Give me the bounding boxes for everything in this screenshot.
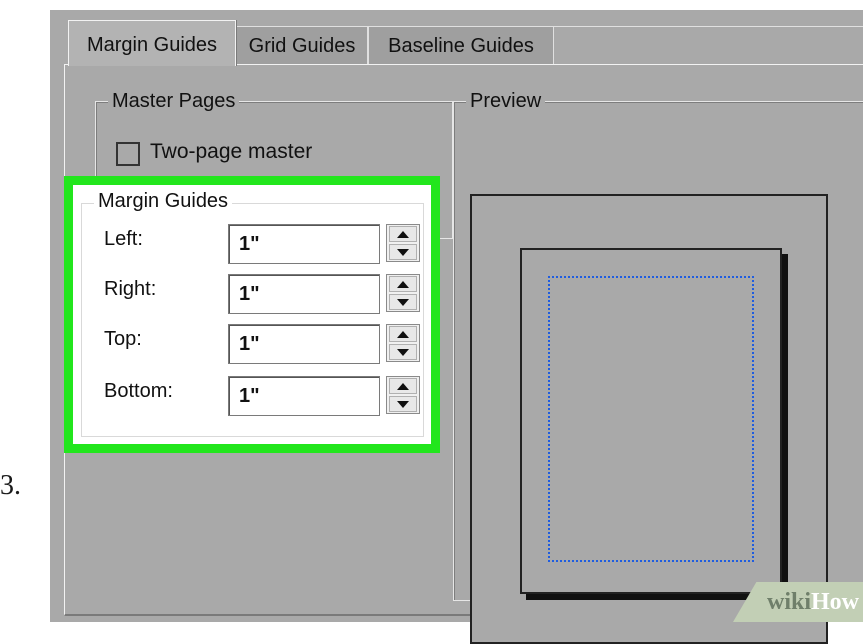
right-increment-button[interactable] <box>389 276 417 292</box>
bottom-margin-input[interactable] <box>228 376 380 416</box>
preview-group: Preview <box>453 88 863 644</box>
top-margin-spinner[interactable] <box>386 324 420 362</box>
right-decrement-button[interactable] <box>389 294 417 310</box>
margin-guides-legend: Margin Guides <box>94 188 233 214</box>
preview-margin-guide <box>548 276 754 562</box>
tab-margin-guides[interactable]: Margin Guides <box>68 20 236 66</box>
left-increment-button[interactable] <box>389 226 417 242</box>
top-increment-button[interactable] <box>389 326 417 342</box>
preview-canvas <box>470 194 828 644</box>
arrow-down-icon <box>397 348 409 356</box>
top-strip <box>50 0 863 10</box>
preview-page <box>520 248 782 594</box>
left-margin-input[interactable] <box>228 224 380 264</box>
bottom-decrement-button[interactable] <box>389 396 417 412</box>
left-margin-spinner[interactable] <box>386 224 420 262</box>
bottom-increment-button[interactable] <box>389 378 417 394</box>
arrow-up-icon <box>397 230 409 238</box>
arrow-down-icon <box>397 400 409 408</box>
right-label: Right: <box>104 278 157 300</box>
step-number: 3. <box>0 470 21 501</box>
margin-guides-highlight: Margin Guides Left: Right: Top: Bottom: <box>64 176 440 453</box>
watermark-wiki: wiki <box>766 589 811 615</box>
arrow-down-icon <box>397 298 409 306</box>
top-label: Top: <box>104 328 142 350</box>
bottom-margin-spinner[interactable] <box>386 376 420 414</box>
arrow-up-icon <box>397 330 409 338</box>
top-margin-input[interactable] <box>228 324 380 364</box>
preview-legend: Preview <box>466 88 546 114</box>
watermark-how: How <box>811 589 859 615</box>
left-decrement-button[interactable] <box>389 244 417 260</box>
right-margin-input[interactable] <box>228 274 380 314</box>
bottom-label: Bottom: <box>104 380 173 402</box>
top-decrement-button[interactable] <box>389 344 417 360</box>
arrow-down-icon <box>397 248 409 256</box>
tab-grid-guides[interactable]: Grid Guides <box>236 26 368 64</box>
arrow-up-icon <box>397 280 409 288</box>
left-label: Left: <box>104 228 143 250</box>
two-page-master-checkbox[interactable] <box>116 142 140 166</box>
margin-guides-group: Margin Guides Left: Right: Top: Bottom: <box>81 188 424 437</box>
master-pages-legend: Master Pages <box>108 88 240 114</box>
right-margin-spinner[interactable] <box>386 274 420 312</box>
arrow-up-icon <box>397 382 409 390</box>
tab-baseline-guides[interactable]: Baseline Guides <box>368 26 554 64</box>
two-page-master-label[interactable]: Two-page master <box>150 140 312 164</box>
tab-strip-filler <box>554 26 863 64</box>
